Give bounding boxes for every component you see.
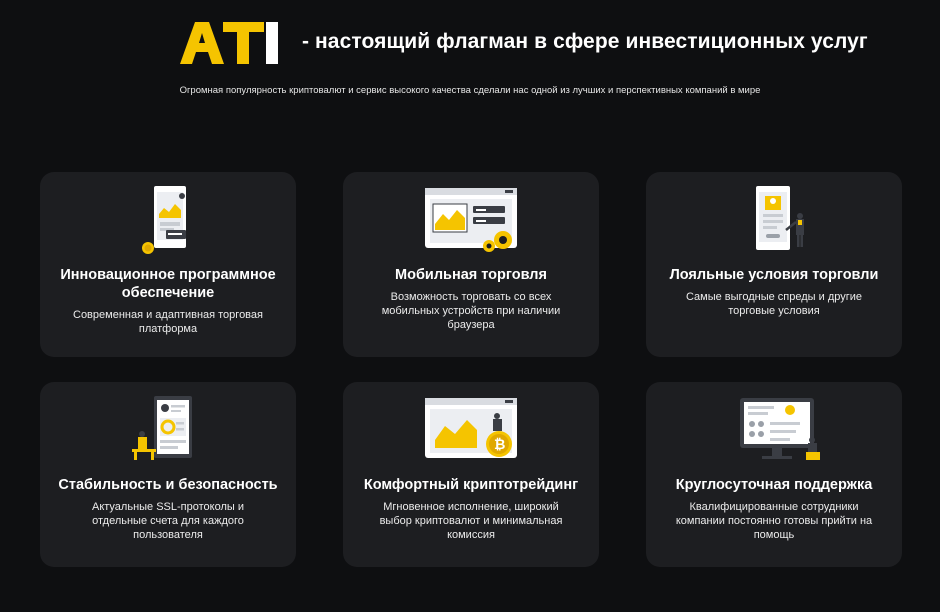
feature-desc: Современная и адаптивная торговая платфо… xyxy=(73,309,263,335)
support-icon xyxy=(740,398,820,460)
feature-title: Круглосуточная поддержка xyxy=(675,477,873,493)
header: - настоящий флагман в сфере инвестиционн… xyxy=(178,18,868,66)
feature-title: Инновационное программное обеспечение xyxy=(60,267,276,301)
feature-desc: Квалифицированные сотрудники компании по… xyxy=(675,501,873,541)
svg-text:₿: ₿ xyxy=(494,437,505,453)
mobile-trading-icon xyxy=(425,188,517,252)
security-icon xyxy=(132,396,192,460)
subline: Огромная популярность криптовалют и серв… xyxy=(179,85,761,96)
ati-logo-icon xyxy=(180,22,278,64)
feature-card-loyal-conditions: Лояльные условия торговли Самые выгодные… xyxy=(646,172,902,357)
page: - настоящий флагман в сфере инвестиционн… xyxy=(0,0,940,612)
loyal-conditions-icon xyxy=(756,186,804,250)
feature-card-crypto-trading: ₿ Комфортный криптотрейдинг Мгновенное и… xyxy=(343,382,599,567)
feature-title: Стабильность и безопасность xyxy=(58,477,278,493)
software-icon xyxy=(142,186,186,254)
feature-card-security: Стабильность и безопасность Актуальные S… xyxy=(40,382,296,567)
feature-title: Мобильная торговля xyxy=(395,267,547,283)
feature-card-mobile-trading: Мобильная торговля Возможность торговать… xyxy=(343,172,599,357)
feature-title: Комфортный криптотрейдинг xyxy=(363,477,579,493)
headline: - настоящий флагман в сфере инвестиционн… xyxy=(302,30,868,53)
feature-desc: Мгновенное исполнение, широкий выбор кри… xyxy=(379,501,563,541)
feature-card-support: Круглосуточная поддержка Квалифицированн… xyxy=(646,382,902,567)
feature-desc: Самые выгодные спреды и другие торговые … xyxy=(685,291,863,317)
feature-desc: Возможность торговать со всех мобильных … xyxy=(381,291,561,331)
feature-title: Лояльные условия торговли xyxy=(669,267,879,283)
feature-card-software: Инновационное программное обеспечение Со… xyxy=(40,172,296,357)
feature-desc: Актуальные SSL-протоколы и отдельные сче… xyxy=(91,501,244,541)
crypto-trading-icon: ₿ xyxy=(425,398,517,458)
